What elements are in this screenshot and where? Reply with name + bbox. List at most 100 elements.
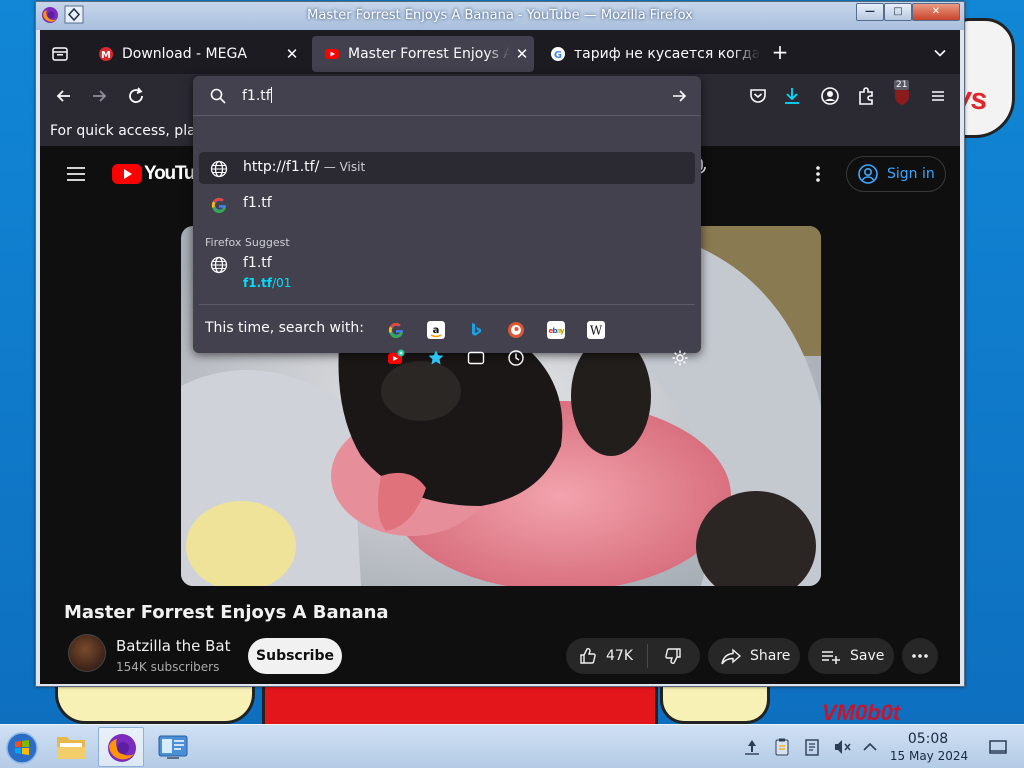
go-arrow-icon[interactable]: [671, 88, 687, 104]
firefox-content: M Download - MEGA ✕ Master Forrest Enjoy…: [40, 30, 960, 684]
subscriber-count: 154K subscribers: [116, 660, 220, 674]
new-tab-button[interactable]: +: [768, 40, 792, 64]
start-button[interactable]: [0, 727, 46, 767]
globe-icon: [210, 160, 228, 178]
svg-text:y: y: [560, 327, 565, 335]
more-actions-button[interactable]: [902, 638, 938, 674]
result-title: f1.tf: [243, 255, 272, 271]
history-icon[interactable]: [507, 349, 525, 367]
url-result-google-search[interactable]: f1.tf: [199, 188, 695, 220]
close-button[interactable]: ✕: [912, 3, 960, 21]
video-title: Master Forrest Enjoys A Banana: [64, 602, 389, 623]
svg-text:W: W: [590, 324, 603, 338]
wallpaper-shape: [660, 684, 770, 724]
separator: [199, 304, 695, 305]
minimize-button[interactable]: —: [856, 3, 884, 21]
show-desktop-icon[interactable]: [988, 737, 1008, 757]
taskbar: 05:08 15 May 2024: [0, 724, 1024, 768]
hamburger-menu-icon[interactable]: [926, 84, 950, 108]
url-result-suggest[interactable]: f1.tf: [199, 248, 695, 298]
amazon-icon[interactable]: a: [427, 321, 445, 339]
clock-time[interactable]: 05:08: [900, 731, 956, 747]
downloads-icon[interactable]: [780, 84, 804, 108]
clock-date[interactable]: 15 May 2024: [884, 749, 974, 763]
chevron-up-icon[interactable]: [860, 737, 880, 757]
sign-in-label: Sign in: [887, 166, 935, 182]
svg-text:G: G: [554, 50, 562, 61]
reload-icon[interactable]: [124, 84, 148, 108]
maximize-button[interactable]: □: [884, 3, 912, 21]
mega-icon: M: [99, 47, 113, 61]
like-count: 47K: [606, 648, 633, 664]
back-icon[interactable]: [52, 84, 76, 108]
firefox-icon: [108, 734, 136, 762]
search-settings-icon[interactable]: [671, 349, 689, 367]
volume-muted-icon[interactable]: [832, 737, 852, 757]
bookmarks-icon[interactable]: [427, 349, 445, 367]
like-button[interactable]: 47K: [566, 644, 648, 668]
folder-icon: [57, 737, 85, 759]
youtube-icon: [325, 49, 339, 59]
pocket-icon[interactable]: [746, 84, 770, 108]
sign-in-button[interactable]: Sign in: [846, 156, 946, 192]
thumbs-down-icon: [665, 648, 681, 664]
search-icon: [210, 88, 226, 104]
tab-google[interactable]: G тариф не кусается когда: [538, 36, 760, 72]
channel-name[interactable]: Batzilla the Bat: [116, 637, 230, 655]
result-title: f1.tf: [243, 195, 272, 211]
globe-icon: [210, 256, 228, 274]
tab-mega[interactable]: M Download - MEGA ✕: [86, 36, 304, 72]
youtube-icon[interactable]: [387, 349, 405, 367]
control-panel-launcher[interactable]: [150, 727, 196, 767]
tab-label: Download - MEGA: [122, 46, 247, 62]
list-all-tabs-icon[interactable]: [933, 46, 947, 60]
firefox-window: Master Forrest Enjoys A Banana - YouTube…: [35, 1, 965, 687]
share-button[interactable]: Share: [708, 638, 800, 674]
wikipedia-icon[interactable]: W: [587, 321, 605, 339]
firefox-view-icon[interactable]: [52, 46, 68, 62]
thumbs-up-icon: [580, 648, 596, 664]
tabs-icon[interactable]: [467, 349, 485, 367]
extension-badge: 21: [894, 80, 910, 90]
close-tab-icon[interactable]: ✕: [280, 45, 304, 63]
duckduckgo-icon[interactable]: [507, 321, 525, 339]
result-title: http://f1.tf/: [243, 159, 320, 175]
clipboard-icon[interactable]: [772, 737, 792, 757]
urlbar-input[interactable]: f1.tf: [193, 76, 701, 116]
more-horizontal-icon: [912, 654, 928, 658]
dislike-button[interactable]: [648, 646, 698, 666]
guide-menu-icon[interactable]: [66, 166, 86, 182]
tab-strip: M Download - MEGA ✕ Master Forrest Enjoy…: [40, 30, 960, 74]
ublock-extension[interactable]: 21: [888, 80, 916, 110]
youtube-logo-icon: [112, 164, 142, 184]
search-with-label: This time, search with:: [205, 320, 364, 336]
close-tab-icon[interactable]: ✕: [510, 45, 534, 63]
wallpaper-shape: [262, 684, 658, 724]
extensions-icon[interactable]: [854, 84, 878, 108]
forward-icon[interactable]: [87, 84, 111, 108]
suggest-url: f1.tf/01: [243, 276, 292, 290]
url-result-visit[interactable]: http://f1.tf/ — Visit: [199, 152, 695, 184]
bing-icon[interactable]: [467, 321, 485, 339]
ebay-icon[interactable]: e bay: [547, 321, 565, 339]
firefox-taskbar-button[interactable]: [98, 727, 144, 767]
google-icon: G: [551, 47, 565, 61]
subscribe-button[interactable]: Subscribe: [248, 638, 342, 674]
tab-youtube[interactable]: Master Forrest Enjoys A Banana ✕: [312, 36, 534, 72]
svg-text:M: M: [101, 50, 111, 61]
account-icon[interactable]: [818, 84, 842, 108]
file-manager-launcher[interactable]: [48, 727, 94, 767]
add-to-playlist-icon: [822, 651, 840, 664]
save-button[interactable]: Save: [808, 638, 894, 674]
wallpaper-shape: [55, 684, 255, 724]
notes-icon[interactable]: [802, 737, 822, 757]
more-options-icon[interactable]: [810, 164, 826, 184]
channel-avatar[interactable]: [68, 634, 106, 672]
window-title: Master Forrest Enjoys A Banana - YouTube…: [307, 8, 693, 23]
tab-label: тариф не кусается когда: [574, 46, 760, 62]
google-icon[interactable]: [387, 321, 405, 339]
urlbar-text: f1.tf: [242, 87, 272, 104]
window-titlebar[interactable]: Master Forrest Enjoys A Banana - YouTube…: [36, 2, 964, 30]
network-icon[interactable]: [742, 737, 762, 757]
control-panel-icon: [158, 735, 188, 759]
